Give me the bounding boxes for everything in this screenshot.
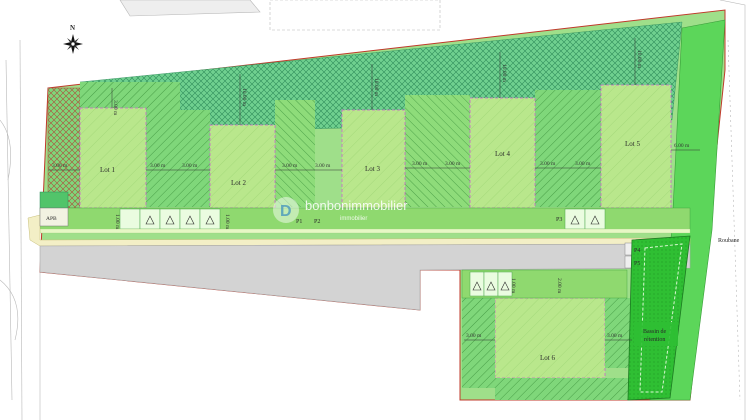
dim-lot3-west: 3.00 m — [315, 163, 331, 169]
lot-2-area — [209, 124, 276, 209]
p1-label: P1 — [296, 219, 302, 225]
dim-lot4-north: 10.00 m — [501, 64, 507, 83]
north-arrow-icon — [63, 34, 83, 54]
lot-1-area — [79, 107, 147, 209]
watermark-text: bonbonimmobilier — [305, 198, 408, 213]
dim-lot2-north: 10.00 m — [241, 88, 247, 107]
site-plan-map: 3.00 m 3.00 m 3.00 m 3.00 m 3.00 m 3.00 … — [0, 0, 750, 420]
p4-label: P4 — [634, 248, 640, 254]
lot-6-hatched-west — [462, 298, 495, 388]
dim-parking-3: 1.00 m — [510, 278, 516, 294]
dim-lot5-north: 10.00 m — [636, 50, 642, 69]
dim-lot4-west: 3.00 m — [445, 161, 461, 167]
dim-parking-2: 1.00 m — [224, 214, 230, 230]
basin-label-line2: rétention — [644, 337, 665, 343]
watermark-subtext: immobilier — [340, 216, 367, 222]
parking-row-south — [461, 269, 628, 299]
lot-2-label: Lot 2 — [231, 179, 246, 187]
dim-parking-1: 1.00 m — [114, 214, 120, 230]
dim-lot1-lot2: 3.00 m — [150, 163, 166, 169]
lot-5-label: Lot 5 — [625, 140, 640, 148]
lot-1-label: Lot 1 — [100, 166, 115, 174]
p3-label: P3 — [556, 217, 562, 223]
dim-lot4-east: 3.00 m — [540, 161, 556, 167]
dim-lot3-north: 10.00 m — [373, 78, 379, 97]
dim-lot2-west: 3.00 m — [182, 163, 198, 169]
nw-hatched-corner — [47, 87, 81, 209]
svg-text:D: D — [280, 203, 292, 220]
dim-lot6-west: 3.00 m — [466, 333, 482, 339]
lot-4-label: Lot 4 — [495, 150, 510, 158]
lot-6-area — [494, 297, 606, 379]
basin-label-line1: Bassin de — [643, 329, 667, 335]
north-letter: N — [70, 24, 75, 32]
dim-lot6-east: 3.00 m — [607, 333, 623, 339]
dim-lot5-east: 6.00 m — [674, 143, 690, 149]
site-plan-svg: 3.00 m 3.00 m 3.00 m 3.00 m 3.00 m 3.00 … — [0, 0, 746, 420]
dim-parking-4: 2.00 m — [556, 278, 562, 294]
lot-6-hatched-south — [495, 378, 635, 400]
dim-lot3-east: 3.00 m — [412, 161, 428, 167]
dim-lot1-north: 3.00 m — [112, 100, 118, 116]
road-label: Roubane — [718, 238, 740, 244]
dim-west-lot1: 3.00 m — [52, 163, 68, 169]
dim-lot5-west: 3.00 m — [575, 161, 591, 167]
dim-lot2-east: 3.00 m — [282, 163, 298, 169]
p2-label: P2 — [314, 219, 320, 225]
lot-3-label: Lot 3 — [365, 165, 380, 173]
apb-label: APB — [46, 216, 57, 222]
lot-6-label: Lot 6 — [540, 354, 555, 362]
lot-3-area — [341, 109, 406, 209]
p5-label: P5 — [634, 261, 640, 267]
